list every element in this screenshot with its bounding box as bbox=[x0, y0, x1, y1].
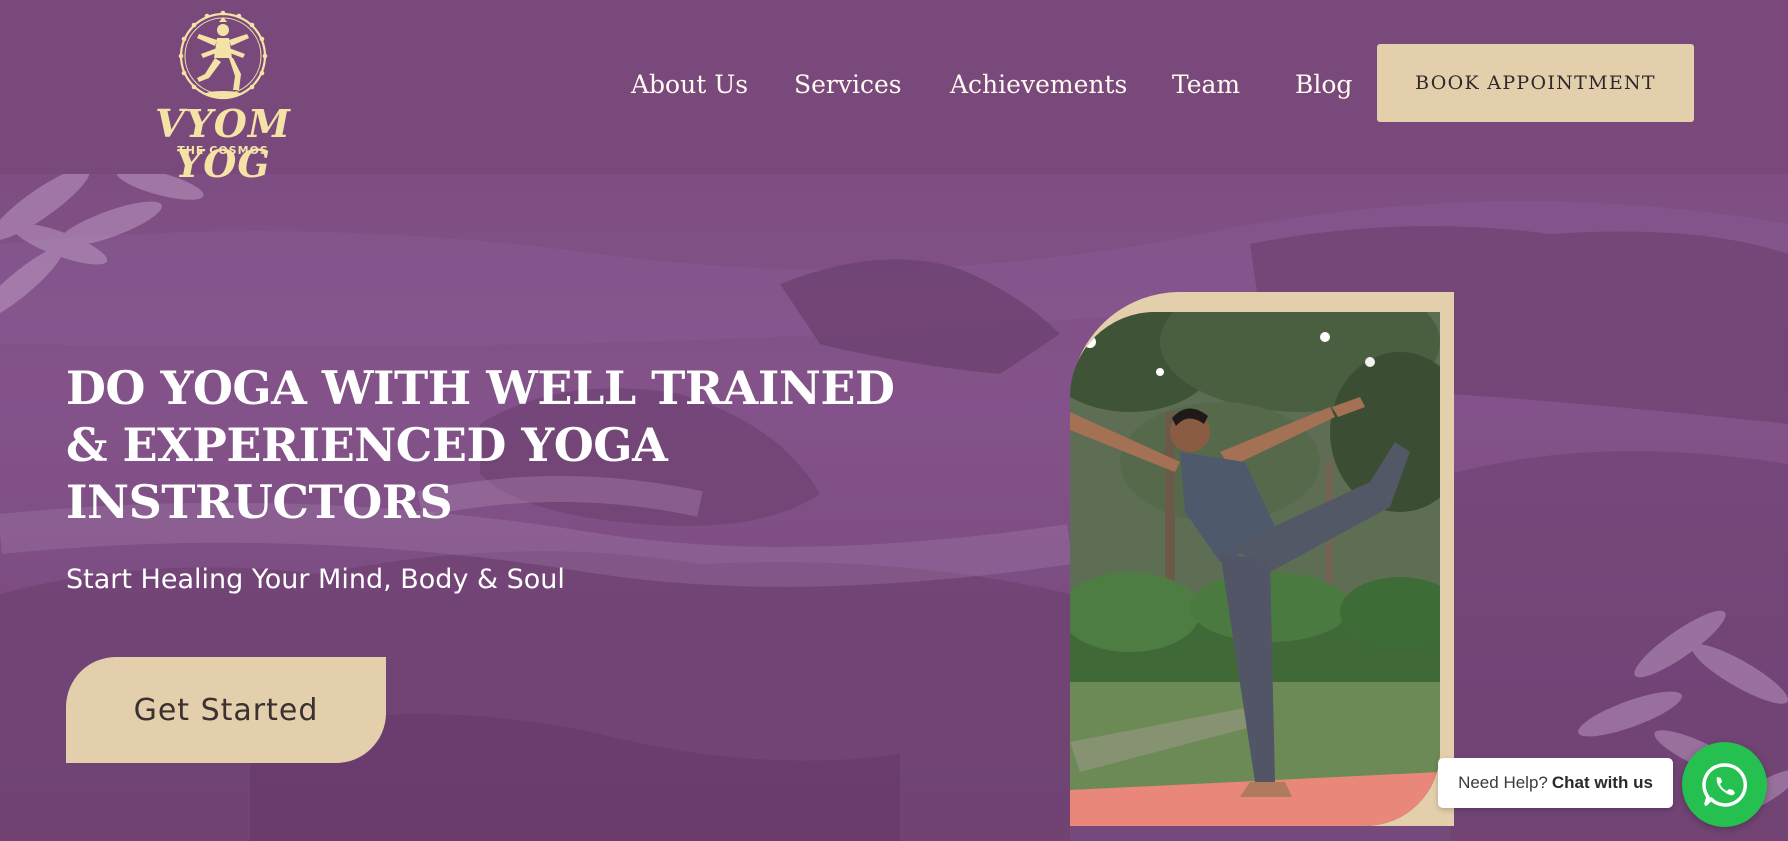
nav-item-blog[interactable]: Blog bbox=[1295, 66, 1352, 104]
whatsapp-chat-button[interactable] bbox=[1682, 742, 1767, 827]
nav-item-achievements[interactable]: Achievements bbox=[950, 66, 1127, 104]
whatsapp-icon bbox=[1701, 762, 1747, 807]
chat-help-prefix: Need Help? bbox=[1458, 773, 1548, 792]
hero-subheadline: Start Healing Your Mind, Body & Soul bbox=[66, 564, 565, 595]
nav-item-team[interactable]: Team bbox=[1172, 66, 1240, 104]
hero-section: DO YOGA WITH WELL TRAINED & EXPERIENCED … bbox=[0, 174, 1788, 841]
nav-item-services[interactable]: Services bbox=[794, 66, 902, 104]
brand-tagline: THE COSMOS bbox=[177, 144, 269, 157]
nav-item-about-us[interactable]: About Us bbox=[631, 66, 748, 104]
yoga-instructor-photo bbox=[1070, 312, 1440, 826]
chat-help-action: Chat with us bbox=[1551, 773, 1653, 792]
book-appointment-button[interactable]: BOOK APPOINTMENT bbox=[1377, 44, 1694, 122]
hero-headline: DO YOGA WITH WELL TRAINED & EXPERIENCED … bbox=[66, 361, 895, 529]
chat-help-bubble[interactable]: Need Help? Chat with us bbox=[1438, 758, 1673, 808]
site-header: VYOM YOG THE COSMOS About Us Services Ac… bbox=[0, 0, 1788, 184]
get-started-button[interactable]: Get Started bbox=[66, 657, 386, 763]
